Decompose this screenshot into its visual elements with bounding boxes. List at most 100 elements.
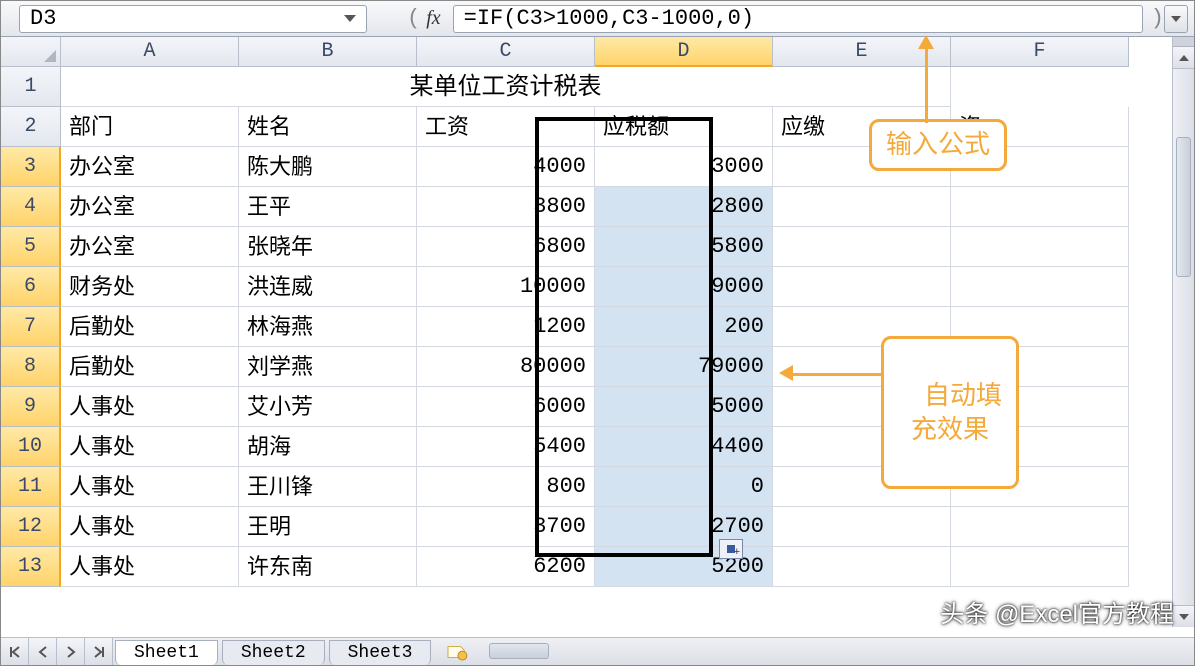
cell-D3[interactable]: 3000 bbox=[595, 147, 773, 187]
cell-A9[interactable]: 人事处 bbox=[61, 387, 239, 427]
cell-C6[interactable]: 10000 bbox=[417, 267, 595, 307]
column-header-D[interactable]: D bbox=[595, 37, 773, 67]
row-header-7[interactable]: 7 bbox=[1, 307, 61, 347]
cell-D5[interactable]: 5800 bbox=[595, 227, 773, 267]
cell-D7[interactable]: 200 bbox=[595, 307, 773, 347]
formula-expand-icon[interactable] bbox=[1164, 5, 1188, 33]
sheet-tab-Sheet1[interactable]: Sheet1 bbox=[115, 640, 218, 665]
row-header-10[interactable]: 10 bbox=[1, 427, 61, 467]
cell-E13[interactable] bbox=[773, 547, 951, 587]
column-header-B[interactable]: B bbox=[239, 37, 417, 67]
cell-C5[interactable]: 6800 bbox=[417, 227, 595, 267]
cell-A3[interactable]: 办公室 bbox=[61, 147, 239, 187]
cell-A11[interactable]: 人事处 bbox=[61, 467, 239, 507]
header-cell-B[interactable]: 姓名 bbox=[239, 107, 417, 147]
cell-A13[interactable]: 人事处 bbox=[61, 547, 239, 587]
cell-B13[interactable]: 许东南 bbox=[239, 547, 417, 587]
autofill-options-icon[interactable]: + bbox=[719, 539, 743, 559]
row-header-4[interactable]: 4 bbox=[1, 187, 61, 227]
select-all-corner[interactable] bbox=[1, 37, 61, 67]
new-sheet-icon[interactable] bbox=[439, 638, 475, 665]
cell-B12[interactable]: 王明 bbox=[239, 507, 417, 547]
formula-input[interactable]: =IF(C3>1000,C3-1000,0) bbox=[453, 5, 1143, 33]
split-handle-icon[interactable] bbox=[1173, 37, 1194, 47]
row-header-3[interactable]: 3 bbox=[1, 147, 61, 187]
cell-F4[interactable] bbox=[951, 187, 1129, 227]
cell-A12[interactable]: 人事处 bbox=[61, 507, 239, 547]
cell-D12[interactable]: 2700 bbox=[595, 507, 773, 547]
cell-C13[interactable]: 6200 bbox=[417, 547, 595, 587]
horizontal-scroll-track[interactable] bbox=[485, 638, 1194, 665]
cell-A7[interactable]: 后勤处 bbox=[61, 307, 239, 347]
tab-nav-last-icon[interactable] bbox=[85, 638, 113, 665]
cell-B4[interactable]: 王平 bbox=[239, 187, 417, 227]
cell-F5[interactable] bbox=[951, 227, 1129, 267]
cell-B6[interactable]: 洪连威 bbox=[239, 267, 417, 307]
tab-nav-first-icon[interactable] bbox=[1, 638, 29, 665]
scroll-down-button[interactable] bbox=[1173, 605, 1194, 627]
cell-C10[interactable]: 5400 bbox=[417, 427, 595, 467]
header-cell-A[interactable]: 部门 bbox=[61, 107, 239, 147]
cell-C12[interactable]: 3700 bbox=[417, 507, 595, 547]
name-box-dropdown-icon[interactable] bbox=[344, 15, 356, 22]
cell-B7[interactable]: 林海燕 bbox=[239, 307, 417, 347]
cell-E4[interactable] bbox=[773, 187, 951, 227]
sheet-tab-Sheet3[interactable]: Sheet3 bbox=[329, 640, 432, 665]
cell-B11[interactable]: 王川锋 bbox=[239, 467, 417, 507]
row-header-2[interactable]: 2 bbox=[1, 107, 61, 147]
vertical-scrollbar[interactable] bbox=[1172, 37, 1194, 627]
column-header-C[interactable]: C bbox=[417, 37, 595, 67]
cell-D11[interactable]: 0 bbox=[595, 467, 773, 507]
cell-F13[interactable] bbox=[951, 547, 1129, 587]
cell-E6[interactable] bbox=[773, 267, 951, 307]
column-header-F[interactable]: F bbox=[951, 37, 1129, 67]
cell-F6[interactable] bbox=[951, 267, 1129, 307]
cell-C7[interactable]: 1200 bbox=[417, 307, 595, 347]
cell-D4[interactable]: 2800 bbox=[595, 187, 773, 227]
scroll-thumb[interactable] bbox=[1176, 137, 1191, 277]
cell-F12[interactable] bbox=[951, 507, 1129, 547]
cell-C3[interactable]: 4000 bbox=[417, 147, 595, 187]
cell-D6[interactable]: 9000 bbox=[595, 267, 773, 307]
scroll-up-button[interactable] bbox=[1173, 47, 1194, 69]
name-box[interactable]: D3 bbox=[19, 5, 367, 33]
row-header-1[interactable]: 1 bbox=[1, 67, 61, 107]
cell-A5[interactable]: 办公室 bbox=[61, 227, 239, 267]
cell-B8[interactable]: 刘学燕 bbox=[239, 347, 417, 387]
cell-E5[interactable] bbox=[773, 227, 951, 267]
tab-nav-next-icon[interactable] bbox=[57, 638, 85, 665]
row-header-5[interactable]: 5 bbox=[1, 227, 61, 267]
header-cell-C[interactable]: 工资 bbox=[417, 107, 595, 147]
watermark-text: 头条 @Excel官方教程 bbox=[940, 594, 1174, 629]
row-header-13[interactable]: 13 bbox=[1, 547, 61, 587]
cell-B9[interactable]: 艾小芳 bbox=[239, 387, 417, 427]
column-header-A[interactable]: A bbox=[61, 37, 239, 67]
row-header-11[interactable]: 11 bbox=[1, 467, 61, 507]
cell-A4[interactable]: 办公室 bbox=[61, 187, 239, 227]
cell-B5[interactable]: 张晓年 bbox=[239, 227, 417, 267]
cell-D9[interactable]: 5000 bbox=[595, 387, 773, 427]
cell-E12[interactable] bbox=[773, 507, 951, 547]
cell-D8[interactable]: 79000 bbox=[595, 347, 773, 387]
row-header-9[interactable]: 9 bbox=[1, 387, 61, 427]
horizontal-scroll-thumb[interactable] bbox=[489, 643, 549, 659]
cell-C4[interactable]: 3800 bbox=[417, 187, 595, 227]
cell-C11[interactable]: 800 bbox=[417, 467, 595, 507]
title-cell[interactable]: 某单位工资计税表 bbox=[61, 67, 951, 107]
cell-B3[interactable]: 陈大鹏 bbox=[239, 147, 417, 187]
cell-A10[interactable]: 人事处 bbox=[61, 427, 239, 467]
row-header-6[interactable]: 6 bbox=[1, 267, 61, 307]
cell-D13[interactable]: 5200 bbox=[595, 547, 773, 587]
fx-icon[interactable]: fx bbox=[426, 7, 440, 30]
cell-B10[interactable]: 胡海 bbox=[239, 427, 417, 467]
cell-C9[interactable]: 6000 bbox=[417, 387, 595, 427]
cell-A6[interactable]: 财务处 bbox=[61, 267, 239, 307]
tab-nav-prev-icon[interactable] bbox=[29, 638, 57, 665]
cell-C8[interactable]: 80000 bbox=[417, 347, 595, 387]
header-cell-D[interactable]: 应税额 bbox=[595, 107, 773, 147]
cell-D10[interactable]: 4400 bbox=[595, 427, 773, 467]
row-header-8[interactable]: 8 bbox=[1, 347, 61, 387]
sheet-tab-Sheet2[interactable]: Sheet2 bbox=[222, 640, 325, 665]
cell-A8[interactable]: 后勤处 bbox=[61, 347, 239, 387]
row-header-12[interactable]: 12 bbox=[1, 507, 61, 547]
